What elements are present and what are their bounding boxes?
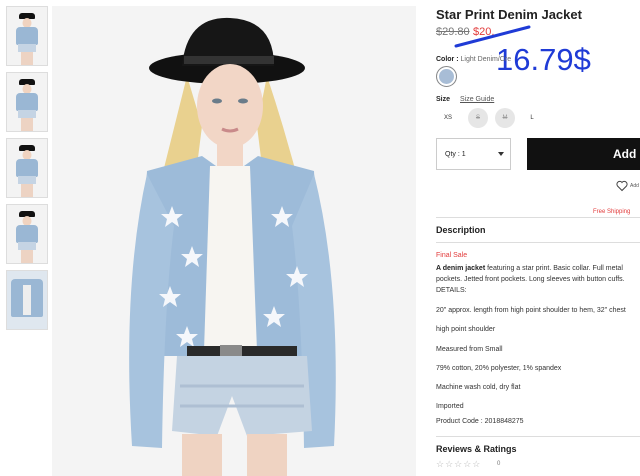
quantity-value: Qty : 1	[445, 150, 466, 158]
detail-line: 20" approx. length from high point shoul…	[436, 307, 626, 314]
thumbnail-strip	[6, 6, 48, 336]
quantity-select[interactable]: Qty : 1	[436, 138, 511, 170]
size-option-l[interactable]: L	[522, 108, 542, 128]
product-main-image[interactable]	[52, 6, 416, 476]
color-value: Light Denim/Cre	[460, 56, 512, 63]
divider	[436, 217, 640, 218]
thumbnail-3[interactable]	[6, 138, 48, 198]
reviews-heading: Reviews & Ratings	[436, 444, 517, 454]
heart-icon[interactable]	[616, 180, 628, 192]
detail-line: 79% cotton, 20% polyester, 1% spandex	[436, 365, 562, 372]
rating-stars[interactable]: ☆☆☆☆☆	[436, 459, 481, 470]
color-label: Color :	[436, 56, 459, 63]
size-option-s[interactable]: S	[468, 108, 488, 128]
divider	[436, 242, 640, 243]
divider	[436, 436, 640, 437]
thumbnail-5[interactable]	[6, 270, 48, 330]
color-row: Color : Light Denim/Cre	[436, 56, 511, 63]
model-photo	[52, 6, 416, 476]
color-swatch-light-denim[interactable]	[436, 66, 457, 87]
add-to-bag-button[interactable]: Add	[527, 138, 640, 170]
add-to-wishlist-link[interactable]: Add	[630, 183, 639, 189]
product-info-panel: Star Print Denim Jacket $29.80 $20. 16.7…	[436, 0, 640, 476]
description-text: A denim jacket featuring a star print. B…	[436, 263, 640, 296]
final-sale-label: Final Sale	[436, 252, 468, 259]
free-shipping-note[interactable]: Free Shipping	[593, 209, 630, 215]
thumbnail-2[interactable]	[6, 72, 48, 132]
chevron-down-icon	[498, 152, 504, 156]
size-label: Size	[436, 96, 451, 103]
thumbnail-4[interactable]	[6, 204, 48, 264]
description-lead: A denim jacket	[436, 265, 486, 272]
detail-line: high point shoulder	[436, 326, 496, 333]
thumbnail-1[interactable]	[6, 6, 48, 66]
product-title: Star Print Denim Jacket	[436, 7, 582, 22]
size-guide-link[interactable]: Size Guide	[460, 96, 494, 103]
size-option-xs[interactable]: XS	[438, 108, 458, 128]
detail-line: Measured from Small	[436, 346, 503, 353]
details-label: DETAILS:	[436, 287, 467, 294]
description-heading: Description	[436, 225, 486, 235]
detail-line: Machine wash cold, dry flat	[436, 384, 521, 391]
detail-line: Imported	[436, 403, 464, 410]
size-option-m[interactable]: M	[495, 108, 515, 128]
review-count: 0	[497, 461, 501, 467]
add-to-bag-label: Add	[613, 147, 637, 161]
product-code: Product Code : 2018848275	[436, 418, 524, 425]
